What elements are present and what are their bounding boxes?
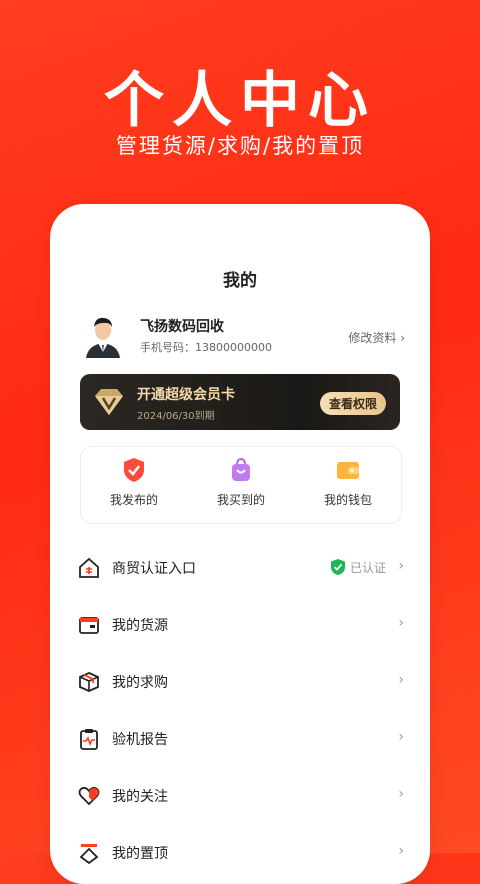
hero-title: 个人中心 — [104, 66, 376, 136]
chevron-right-icon: › — [398, 843, 404, 859]
store-house-icon — [79, 557, 99, 578]
pin-top-icon — [79, 844, 99, 864]
menu-item-label: 我的置顶 — [112, 846, 168, 862]
view-privileges-button[interactable]: 查看权限 — [319, 392, 386, 415]
menu-item-merchant-cert[interactable]: 商贸认证入口 已认证 › — [74, 539, 404, 596]
quick-item-label: 我的钱包 — [323, 493, 372, 507]
verified-status: 已认证 — [349, 561, 386, 575]
user-phone: 手机号码：13800000000 — [140, 341, 272, 354]
chevron-right-icon: › — [400, 331, 405, 345]
edit-profile-link[interactable]: 修改资料 › — [348, 329, 405, 346]
quick-item-wallet[interactable]: 我的钱包 — [295, 457, 401, 508]
quick-item-label: 我发布的 — [109, 493, 158, 507]
menu-item-label: 验机报告 — [112, 732, 168, 748]
chevron-right-icon: › — [398, 729, 404, 745]
verified-shield-icon — [331, 559, 345, 575]
edit-profile-label: 修改资料 — [348, 331, 397, 345]
shopping-bag-icon — [232, 457, 250, 481]
vip-banner[interactable]: 开通超级会员卡 2024/06/30到期 查看权限 — [80, 374, 400, 430]
profile-row[interactable]: 飞扬数码回收 手机号码：13800000000 修改资料 › — [80, 312, 405, 362]
quick-item-label: 我买到的 — [216, 493, 265, 507]
chevron-right-icon: › — [398, 786, 404, 802]
chevron-right-icon: › — [398, 558, 404, 574]
vip-title: 开通超级会员卡 — [137, 387, 235, 403]
page-title: 我的 — [223, 271, 257, 291]
wallet-icon — [337, 462, 359, 479]
wallet-card-icon — [79, 617, 99, 634]
menu-item-label: 我的求购 — [112, 675, 168, 691]
diamond-v-icon — [95, 389, 123, 415]
hero-subtitle: 管理货源/求购/我的置顶 — [115, 134, 365, 158]
package-box-icon — [79, 672, 99, 692]
menu-item-label: 商贸认证入口 — [112, 561, 196, 577]
quick-item-bought[interactable]: 我买到的 — [188, 457, 294, 508]
menu-item-label: 我的关注 — [112, 789, 168, 805]
chevron-right-icon: › — [398, 615, 404, 631]
menu-item-my-goods[interactable]: 我的货源 › — [74, 596, 404, 653]
user-name: 飞扬数码回收 — [140, 319, 224, 335]
menu-item-following[interactable]: 我的关注 › — [74, 767, 404, 824]
menu-item-inspection-report[interactable]: 验机报告 › — [74, 710, 404, 767]
quick-item-published[interactable]: 我发布的 — [81, 457, 187, 508]
quick-actions: 我发布的 我买到的 我的钱包 — [80, 446, 402, 524]
menu-item-my-requests[interactable]: 我的求购 › — [74, 653, 404, 710]
profile-card: 我的 飞扬数码回收 手机号码：13800000000 修改资料 › 开通超级会员… — [50, 204, 430, 884]
vip-expiry: 2024/06/30到期 — [137, 411, 215, 422]
menu-list: 商贸认证入口 已认证 › 我的货源 › 我的求购 › 验机报告 › 我的关注 ›… — [74, 539, 404, 881]
shield-check-icon — [124, 458, 144, 482]
chevron-right-icon: › — [398, 672, 404, 688]
avatar — [80, 312, 126, 358]
heart-icon — [78, 786, 100, 806]
menu-item-label: 我的货源 — [112, 618, 168, 634]
clipboard-report-icon — [80, 729, 98, 750]
